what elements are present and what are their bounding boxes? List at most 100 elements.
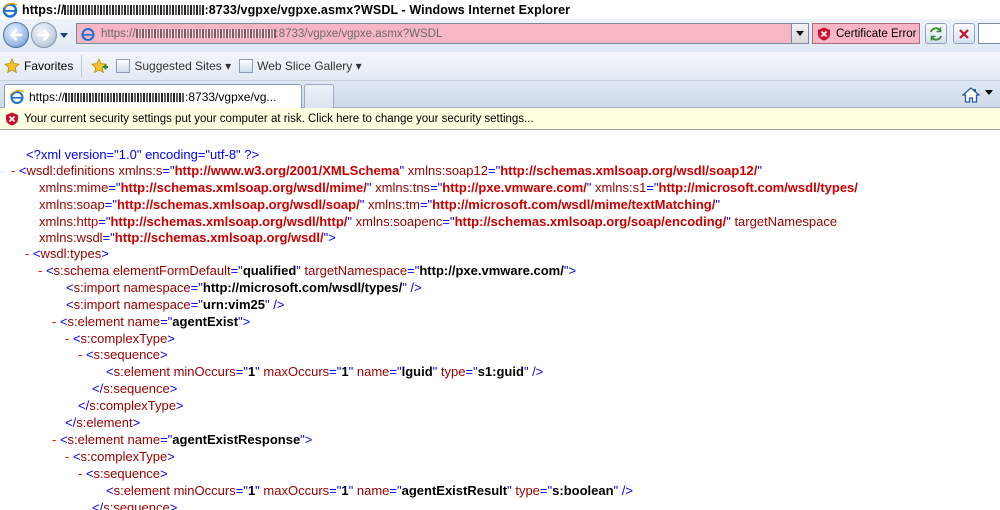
xml-line-types: - <wsdl:types> — [25, 246, 109, 261]
back-arrow-icon — [10, 29, 23, 41]
xml-declaration-text: <?xml version="1.0" encoding="utf-8" ?> — [26, 147, 260, 162]
tag-open-bracket: < — [18, 163, 27, 178]
certificate-error-label: Certificate Error — [836, 27, 917, 40]
xml-attr-name: xmlns:mime — [39, 180, 109, 195]
stop-button[interactable] — [953, 23, 975, 44]
xml-document: <?xml version="1.0" encoding="utf-8" ?> … — [0, 130, 1000, 510]
url-suffix: :8733/vgpxe/vgpxe.asmx?WSDL — [275, 27, 443, 40]
xml-tag: s:sequence — [93, 347, 161, 362]
home-dropdown-icon[interactable] — [985, 90, 993, 96]
xml-line-complextype: - <s:complexType> — [65, 449, 175, 464]
xml-attr-name: xmlns:s — [118, 163, 163, 178]
xml-tag: wsdl:types — [40, 246, 102, 261]
collapse-toggle[interactable]: - — [38, 263, 46, 278]
favorites-label: Favorites — [24, 59, 74, 73]
xml-line-sequence: - <s:sequence> — [78, 347, 168, 362]
xml-attr-value: http://pxe.vmware.com/ — [419, 263, 564, 278]
search-box[interactable] — [978, 23, 1000, 44]
navigation-bar: https:// :8733/vgpxe/vgpxe.asmx?WSDL Cert… — [0, 19, 1000, 52]
add-to-favorites-bar-icon[interactable] — [90, 58, 109, 74]
xml-attr-value: http://pxe.vmware.com/ — [442, 180, 587, 195]
xml-attr-name: xmlns:tns — [375, 180, 431, 195]
xml-line-namespaces: xmlns:soap="http://schemas.xmlsoap.org/w… — [39, 197, 720, 212]
xml-attr-value: agentExistResult — [401, 483, 508, 498]
xml-attr-value: http://www.w3.org/2001/XMLSchema — [174, 163, 400, 178]
xml-attr-value: lguid — [401, 364, 433, 379]
xml-attr-name: name — [127, 432, 161, 447]
collapse-toggle[interactable]: - — [65, 449, 73, 464]
web-slice-gallery-link[interactable]: Web Slice Gallery ▾ — [239, 59, 362, 73]
refresh-button[interactable] — [925, 23, 947, 44]
refresh-icon — [930, 26, 942, 41]
xml-line-element: - <s:element name="agentExistResponse"> — [52, 432, 313, 447]
collapse-toggle[interactable]: - — [25, 246, 33, 261]
xml-attr-value: http://microsoft.com/wsdl/types/ — [202, 280, 403, 295]
recent-pages-dropdown-icon[interactable] — [59, 31, 69, 39]
xml-line-sequence-close: </s:sequence> — [92, 381, 178, 396]
certificate-error-button[interactable]: Certificate Error — [812, 23, 920, 44]
xml-tag: s:sequence — [103, 381, 170, 396]
xml-line-import: <s:import namespace="http://microsoft.co… — [66, 280, 422, 295]
suggested-sites-link[interactable]: Suggested Sites ▾ — [116, 59, 231, 73]
back-button[interactable] — [3, 22, 29, 48]
xml-attr-name: type — [515, 483, 540, 498]
collapse-toggle[interactable]: - — [52, 432, 60, 447]
new-tab-button[interactable] — [304, 84, 334, 108]
xml-attr-value: agentExistResponse — [172, 432, 301, 447]
xml-attr-name: xmlns:tm — [367, 197, 420, 212]
xml-line-complextype: - <s:complexType> — [65, 331, 175, 346]
xml-attr-name: elementFormDefault — [112, 263, 231, 278]
title-bar: https://:8733/vgpxe/vgpxe.asmx?WSDL - Wi… — [0, 0, 1000, 19]
favorites-bar: Favorites Suggested Sites ▾ Web Slice Ga… — [0, 52, 1000, 81]
collapse-toggle[interactable]: - — [78, 347, 86, 362]
xml-attr-value: http://schemas.xmlsoap.org/wsdl/soap/ — [116, 197, 360, 212]
security-info-bar[interactable]: Your current security settings put your … — [0, 108, 1000, 130]
address-bar[interactable]: https:// :8733/vgpxe/vgpxe.asmx?WSDL — [76, 23, 809, 44]
url-text[interactable]: https:// :8733/vgpxe/vgpxe.asmx?WSDL — [101, 28, 791, 40]
security-warning-message: Your current security settings put your … — [24, 112, 534, 125]
home-button[interactable] — [960, 85, 982, 105]
xml-attr-name: namespace — [123, 280, 191, 295]
xml-tag: s:complexType — [80, 449, 168, 464]
xml-line-namespaces: xmlns:http="http://schemas.xmlsoap.org/w… — [39, 214, 838, 229]
tab-bar: https://:8733/vgpxe/vg... — [0, 81, 1000, 108]
tab-active[interactable]: https://:8733/vgpxe/vg... — [4, 84, 302, 108]
collapse-toggle[interactable]: - — [65, 331, 73, 346]
favorites-button[interactable]: Favorites — [4, 55, 83, 77]
xml-line-namespaces: xmlns:mime="http://schemas.xmlsoap.org/w… — [39, 180, 858, 195]
xml-tag: wsdl:definitions — [26, 163, 115, 178]
xml-tag: s:element — [76, 415, 133, 430]
xml-attr-value: http://microsoft.com/wsdl/types/ — [658, 180, 858, 195]
xml-line-element: <s:element minOccurs="1" maxOccurs="1" n… — [106, 483, 633, 498]
suggested-sites-label: Suggested Sites ▾ — [134, 59, 232, 73]
chevron-down-icon — [796, 30, 804, 36]
tab-title-suffix: :8733/vgpxe/vg... — [185, 89, 277, 104]
xml-tag: s:element — [113, 483, 170, 498]
url-prefix: https:// — [101, 27, 136, 40]
xml-attr-name: targetNamespace — [734, 214, 838, 229]
page-icon — [9, 89, 25, 104]
page-icon — [81, 27, 95, 41]
forward-button[interactable] — [31, 22, 57, 48]
xml-declaration: <?xml version="1.0" encoding="utf-8" ?> — [26, 146, 259, 163]
collapse-toggle[interactable]: - — [78, 466, 86, 481]
xml-attr-value: http://schemas.xmlsoap.org/wsdl/ — [114, 230, 324, 245]
xml-attr-name: name — [127, 314, 161, 329]
xml-line-sequence: - <s:sequence> — [78, 466, 168, 481]
collapse-toggle[interactable]: - — [52, 314, 60, 329]
star-icon — [4, 58, 20, 74]
xml-attr-value: http://schemas.xmlsoap.org/soap/encoding… — [454, 214, 727, 229]
xml-attr-value: s:boolean — [552, 483, 614, 498]
xml-tag: s:element — [67, 432, 124, 447]
xml-attr-value: http://schemas.xmlsoap.org/wsdl/http/ — [110, 214, 348, 229]
collapse-toggle[interactable]: - — [11, 163, 19, 178]
xml-attr-value: 1 — [341, 364, 349, 379]
redacted-tab-host — [65, 92, 186, 102]
xml-line-element-close: </s:element> — [65, 415, 141, 430]
xml-attr-name: targetNamespace — [304, 263, 408, 278]
xml-attr-value: agentExist — [172, 314, 239, 329]
address-dropdown-button[interactable] — [791, 24, 808, 43]
xml-tag: s:element — [113, 364, 170, 379]
web-slice-gallery-label: Web Slice Gallery ▾ — [257, 59, 362, 73]
xml-line-definitions: - <wsdl:definitions xmlns:s="http://www.… — [11, 163, 763, 178]
